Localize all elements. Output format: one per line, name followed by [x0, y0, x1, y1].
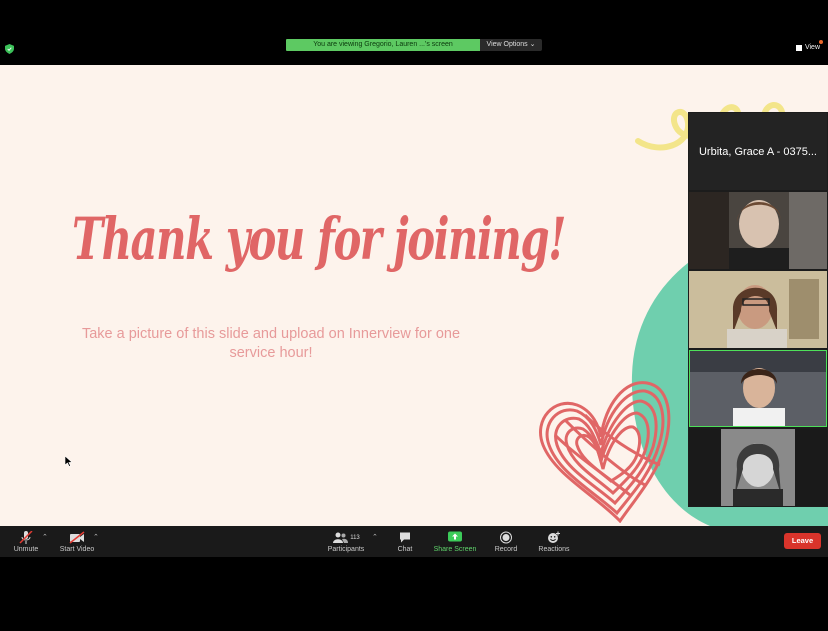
reactions-button[interactable]: Reactions — [536, 528, 572, 556]
participant-video-tile[interactable] — [689, 429, 827, 506]
leave-meeting-button[interactable]: Leave — [784, 533, 821, 549]
participant-video-tile[interactable] — [689, 192, 827, 269]
share-screen-label: Share Screen — [433, 546, 477, 553]
reactions-label: Reactions — [538, 546, 570, 553]
participant-video-feed — [689, 350, 827, 427]
slide-subtitle: Take a picture of this slide and upload … — [81, 326, 461, 361]
participants-label: Participants — [327, 546, 365, 553]
unmute-label: Unmute — [13, 546, 39, 553]
video-off-icon — [69, 531, 85, 544]
participant-video-tile-active-speaker[interactable] — [689, 350, 827, 427]
viewing-screen-banner: You are viewing Gregorio, Lauren ...'s s… — [286, 39, 480, 51]
participants-options-caret-icon[interactable]: ⌃ — [372, 533, 378, 541]
meeting-top-bar: You are viewing Gregorio, Lauren ...'s s… — [0, 0, 828, 65]
participants-icon — [333, 532, 349, 543]
start-video-button[interactable]: Start Video — [56, 528, 98, 556]
participant-video-feed — [689, 429, 827, 506]
bottom-letterbox — [0, 557, 828, 631]
chat-button[interactable]: Chat — [392, 528, 418, 556]
video-options-caret-icon[interactable]: ⌃ — [93, 533, 99, 541]
meeting-controls-toolbar: Unmute ⌃ Start Video ⌃ 113 Participants … — [0, 526, 828, 557]
share-screen-button[interactable]: Share Screen — [430, 528, 480, 556]
record-button[interactable]: Record — [492, 528, 520, 556]
participants-button[interactable]: 113 Participants — [324, 528, 368, 556]
slide-title: Thank you for joining! — [72, 205, 566, 273]
view-button[interactable]: View — [795, 40, 823, 53]
view-grid-icon — [795, 45, 802, 51]
participant-video-tile[interactable] — [689, 271, 827, 348]
participant-tile-name-only[interactable]: Urbita, Grace A - 0375... — [689, 113, 827, 190]
encryption-shield-icon[interactable] — [5, 44, 14, 54]
audio-options-caret-icon[interactable]: ⌃ — [42, 533, 48, 541]
participant-video-feed — [689, 271, 827, 348]
participant-video-feed — [689, 192, 827, 269]
muted-microphone-icon — [19, 531, 33, 544]
unmute-button[interactable]: Unmute — [10, 528, 42, 556]
record-label: Record — [494, 546, 518, 553]
share-screen-icon — [448, 531, 462, 542]
participants-count: 113 — [350, 534, 360, 541]
participant-video-panel: Urbita, Grace A - 0375... — [688, 112, 828, 507]
view-options-button[interactable]: View Options ⌄ — [480, 39, 542, 51]
start-video-label: Start Video — [59, 546, 95, 553]
view-label: View — [804, 44, 820, 51]
chat-label: Chat — [397, 546, 413, 553]
heart-scribble-decoration — [539, 381, 671, 523]
participant-name: Urbita, Grace A - 0375... — [698, 146, 817, 158]
record-icon — [500, 531, 512, 544]
chat-bubble-icon — [400, 532, 410, 543]
notification-dot — [819, 40, 823, 44]
mouse-cursor-icon — [65, 456, 73, 467]
smiley-reactions-icon — [548, 531, 560, 543]
